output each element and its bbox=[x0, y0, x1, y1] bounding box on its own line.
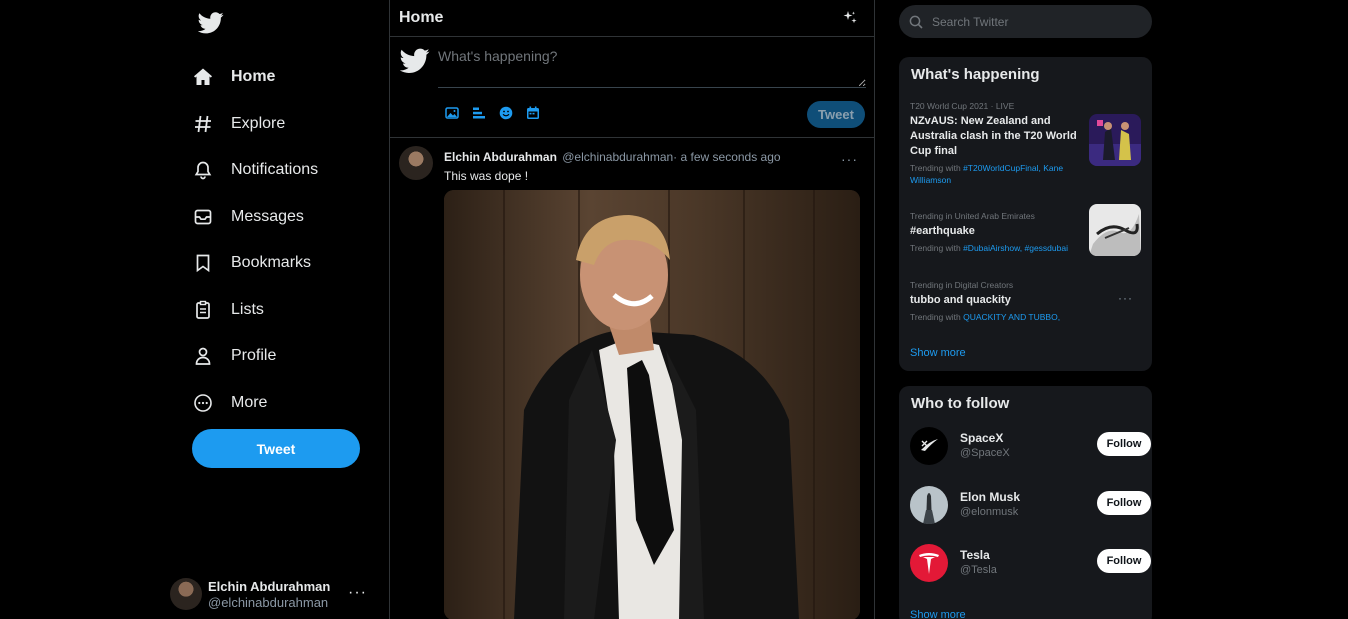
account-switcher[interactable]: Elchin Abdurahman @elchinabdurahman ··· bbox=[170, 574, 370, 614]
follow-button[interactable]: Follow bbox=[1097, 491, 1151, 515]
trend-with: Trending with QUACKITY AND TUBBO, bbox=[910, 311, 1085, 323]
nav-explore-label: Explore bbox=[231, 115, 286, 132]
follow-name: Tesla bbox=[960, 548, 990, 562]
bell-icon bbox=[192, 159, 214, 181]
man-in-suit-photo bbox=[444, 190, 860, 619]
elon-musk-avatar bbox=[910, 486, 948, 524]
trend-item[interactable]: T20 World Cup 2021 · LIVE NZvAUS: New Ze… bbox=[910, 101, 1085, 186]
envelope-icon bbox=[192, 206, 214, 228]
spacex-avatar bbox=[910, 427, 948, 465]
account-name: Elchin Abdurahman bbox=[208, 578, 331, 594]
who-to-follow-title: Who to follow bbox=[911, 395, 1010, 412]
trend-with-label: Trending with bbox=[910, 312, 964, 322]
nav-messages-label: Messages bbox=[231, 208, 304, 225]
tweet-author-avatar[interactable] bbox=[399, 146, 433, 180]
trend-thumbnail bbox=[1089, 114, 1141, 166]
follow-handle: @Tesla bbox=[960, 564, 997, 576]
follow-suggestion[interactable]: Tesla @Tesla Follow bbox=[910, 544, 1151, 584]
trend-tags[interactable]: QUACKITY AND TUBBO, bbox=[963, 312, 1060, 322]
follow-suggestion[interactable]: Elon Musk @elonmusk Follow bbox=[910, 486, 1151, 526]
schedule-icon[interactable] bbox=[526, 106, 540, 120]
trend-topic: tubbo and quackity bbox=[910, 294, 1011, 306]
trend-meta: Trending in United Arab Emirates bbox=[910, 211, 1035, 221]
nav-profile-label: Profile bbox=[231, 347, 277, 364]
trend-topic: #earthquake bbox=[910, 225, 975, 237]
nav-home-label: Home bbox=[231, 68, 276, 85]
search-icon bbox=[909, 15, 923, 29]
nav-notifications-label: Notifications bbox=[231, 161, 319, 178]
nav-lists-label: Lists bbox=[231, 301, 264, 318]
follow-name: SpaceX bbox=[960, 431, 1004, 445]
tesla-avatar bbox=[910, 544, 948, 582]
trend-with: Trending with #DubaiAirshow, #gessdubai bbox=[910, 242, 1085, 254]
nav-more[interactable]: More bbox=[192, 383, 267, 423]
trend-with: Trending with #T20WorldCupFinal, Kane Wi… bbox=[910, 162, 1085, 186]
whats-happening-title: What's happening bbox=[911, 66, 1040, 83]
trend-topic: NZvAUS: New Zealand and Australia clash … bbox=[910, 115, 1077, 157]
who-to-follow-panel: Who to follow SpaceX @SpaceX Follow Elon… bbox=[899, 386, 1152, 619]
page-title: Home bbox=[399, 9, 444, 26]
nav-lists[interactable]: Lists bbox=[192, 290, 264, 330]
nav-profile[interactable]: Profile bbox=[192, 336, 276, 376]
whats-happening-panel: What's happening T20 World Cup 2021 · LI… bbox=[899, 57, 1152, 371]
follow-button[interactable]: Follow bbox=[1097, 432, 1151, 456]
trend-item[interactable]: Trending in Digital Creators tubbo and q… bbox=[910, 280, 1085, 323]
trends-show-more-link[interactable]: Show more bbox=[910, 347, 966, 359]
account-more-icon[interactable]: ··· bbox=[348, 584, 367, 602]
follow-suggestion[interactable]: SpaceX @SpaceX Follow bbox=[910, 427, 1151, 467]
trend-thumbnail bbox=[1089, 204, 1141, 256]
follow-name: Elon Musk bbox=[960, 490, 1021, 504]
search-bar[interactable] bbox=[899, 5, 1152, 38]
trend-more-icon[interactable]: ··· bbox=[1118, 291, 1133, 305]
nav-explore[interactable]: Explore bbox=[192, 104, 285, 144]
follow-handle: @SpaceX bbox=[960, 447, 1010, 459]
tweet-header: Elchin Abdurahman @elchinabdurahman· a f… bbox=[444, 150, 781, 164]
main-timeline: Home Tweet Elchin Abdurahman @elchinabdu… bbox=[389, 0, 875, 619]
trend-item[interactable]: Trending in United Arab Emirates #earthq… bbox=[910, 211, 1085, 254]
nav-notifications[interactable]: Notifications bbox=[192, 150, 318, 190]
search-input[interactable] bbox=[932, 14, 1132, 29]
hashtag-icon bbox=[192, 113, 214, 135]
trend-with-label: Trending with bbox=[910, 163, 964, 173]
tweet-photo[interactable] bbox=[444, 190, 860, 619]
follow-show-more-link[interactable]: Show more bbox=[910, 609, 966, 619]
tweet-author-name[interactable]: Elchin Abdurahman bbox=[444, 150, 557, 164]
follow-handle: @elonmusk bbox=[960, 506, 1019, 518]
more-circle-icon bbox=[192, 392, 214, 414]
poll-icon[interactable] bbox=[472, 106, 486, 120]
nav-messages[interactable]: Messages bbox=[192, 197, 304, 237]
tweet-meta: @elchinabdurahman· a few seconds ago bbox=[562, 150, 781, 164]
bookmark-icon bbox=[192, 252, 214, 274]
nav-bookmarks[interactable]: Bookmarks bbox=[192, 243, 311, 283]
tweet-text: This was dope ! bbox=[444, 169, 529, 183]
person-icon bbox=[192, 345, 214, 367]
sidebar-tweet-button[interactable]: Tweet bbox=[192, 429, 360, 468]
compose-tweet-button[interactable]: Tweet bbox=[807, 101, 865, 128]
trend-meta: Trending in Digital Creators bbox=[910, 280, 1014, 290]
nav-bookmarks-label: Bookmarks bbox=[231, 254, 312, 271]
tweet-composer: Tweet bbox=[390, 37, 874, 138]
trend-tags[interactable]: #DubaiAirshow, #gessdubai bbox=[963, 243, 1068, 253]
follow-button[interactable]: Follow bbox=[1097, 549, 1151, 573]
emoji-icon[interactable] bbox=[499, 106, 513, 120]
twitter-bird-icon[interactable] bbox=[198, 12, 224, 34]
trend-meta: T20 World Cup 2021 · LIVE bbox=[910, 101, 1015, 111]
account-handle: @elchinabdurahman bbox=[208, 594, 329, 610]
twitter-bird-icon bbox=[400, 48, 430, 73]
left-sidebar: Home Explore Notifications Messages Book… bbox=[170, 0, 389, 619]
tweet[interactable]: Elchin Abdurahman @elchinabdurahman· a f… bbox=[390, 138, 874, 619]
account-avatar bbox=[170, 578, 202, 610]
list-icon bbox=[192, 299, 214, 321]
compose-input[interactable] bbox=[438, 48, 866, 88]
app-root: Home Explore Notifications Messages Book… bbox=[0, 0, 1348, 619]
sparkle-icon[interactable] bbox=[842, 10, 858, 26]
image-icon[interactable] bbox=[445, 106, 459, 120]
home-icon bbox=[192, 66, 214, 88]
nav-home[interactable]: Home bbox=[192, 57, 275, 97]
nav-more-label: More bbox=[231, 394, 268, 411]
tweet-more-icon[interactable]: ··· bbox=[841, 151, 858, 167]
trend-with-label: Trending with bbox=[910, 243, 964, 253]
timeline-header: Home bbox=[390, 0, 874, 37]
